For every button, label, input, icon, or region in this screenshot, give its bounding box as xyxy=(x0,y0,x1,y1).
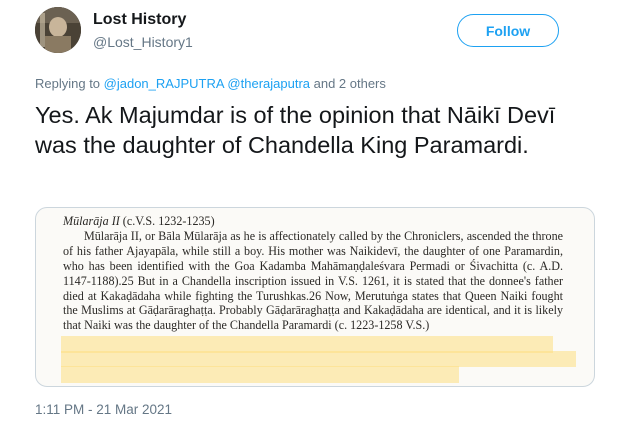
avatar[interactable] xyxy=(35,7,81,53)
mention-link[interactable]: @therajaputra xyxy=(227,76,310,91)
mention-link[interactable]: @jadon_RAJPUTRA xyxy=(104,76,224,91)
follow-button[interactable]: Follow xyxy=(457,14,559,47)
tweet-image[interactable]: Mūlarāja II (c.V.S. 1232-1235) Mūlarāja … xyxy=(35,207,595,387)
highlight-mark xyxy=(61,366,459,383)
replying-prefix: Replying to xyxy=(35,76,104,91)
excerpt-paragraph: Mūlarāja II, or Bāla Mūlarāja as he is a… xyxy=(63,228,563,333)
excerpt-heading: Mūlarāja II (c.V.S. 1232-1235) xyxy=(63,214,563,229)
excerpt-heading-rest: (c.V.S. 1232-1235) xyxy=(119,214,215,228)
replying-to: Replying to @jadon_RAJPUTRA @therajaputr… xyxy=(35,76,386,91)
avatar-image xyxy=(35,7,81,53)
author-name[interactable]: Lost History xyxy=(93,11,186,29)
highlight-mark xyxy=(61,351,576,367)
replying-suffix: and 2 others xyxy=(310,76,386,91)
author-handle[interactable]: @Lost_History1 xyxy=(93,34,193,50)
tweet-timestamp[interactable]: 1:11 PM - 21 Mar 2021 xyxy=(35,402,172,417)
tweet-text: Yes. Ak Majumdar is of the opinion that … xyxy=(35,102,556,158)
book-excerpt: Mūlarāja II (c.V.S. 1232-1235) Mūlarāja … xyxy=(63,214,563,333)
excerpt-heading-italic: Mūlarāja II xyxy=(63,214,120,228)
